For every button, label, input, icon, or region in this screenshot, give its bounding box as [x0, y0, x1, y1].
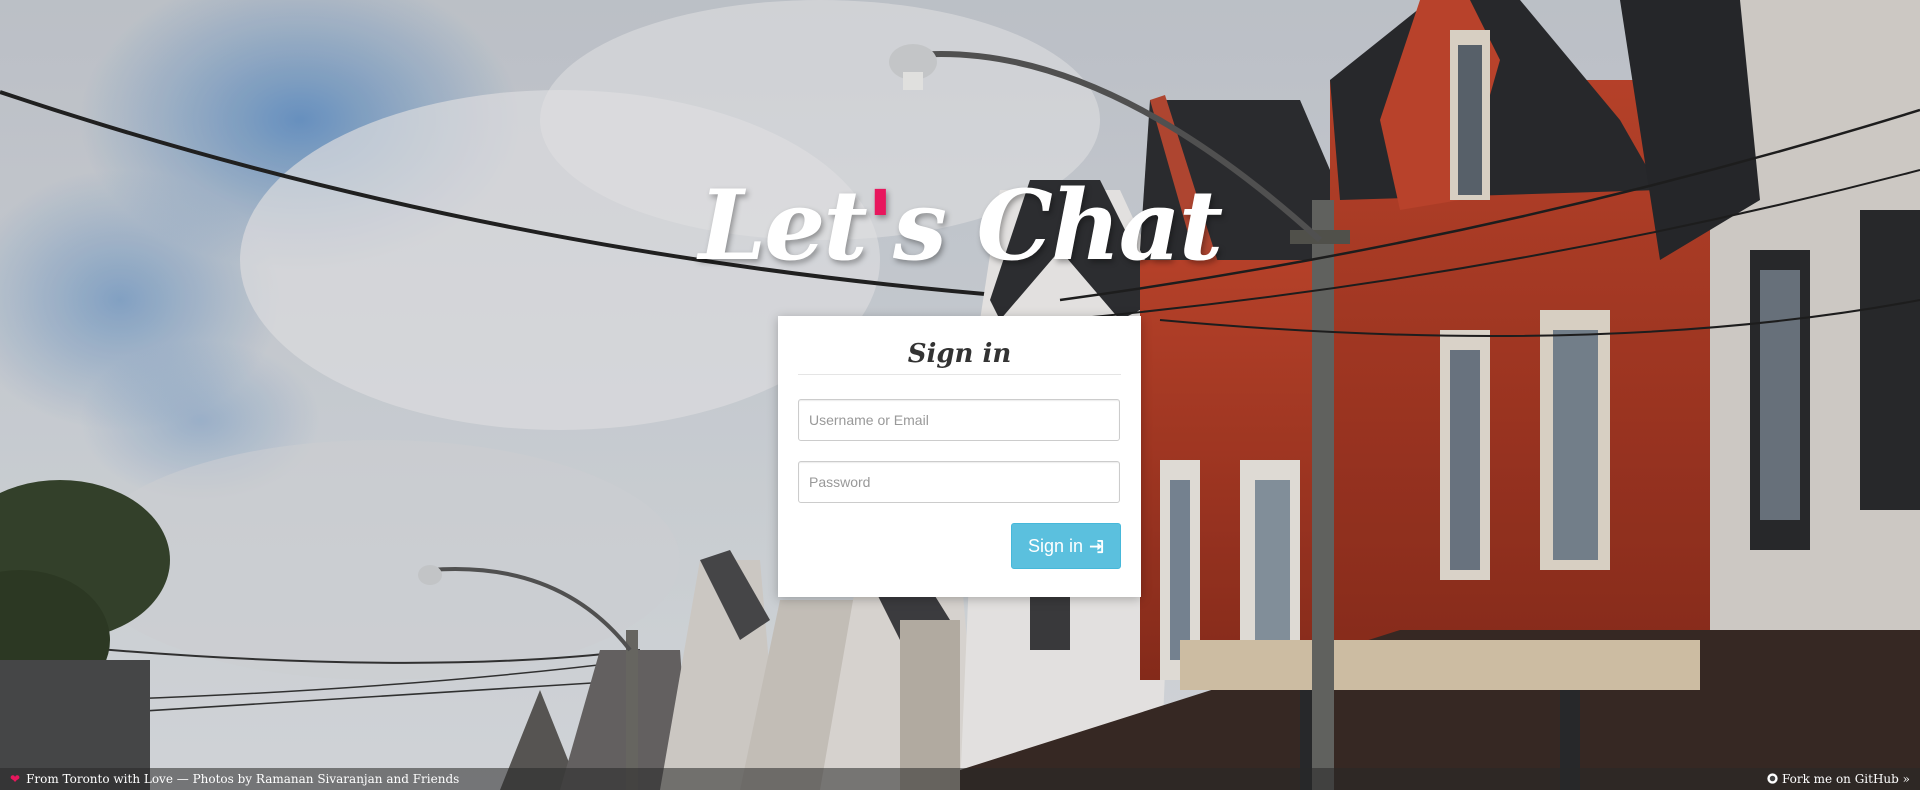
- signin-title: Sign in: [907, 339, 1012, 369]
- footer-bar: ❤ From Toronto with Love — Photos by Rama…: [0, 768, 1920, 790]
- password-input[interactable]: [798, 461, 1120, 503]
- sign-in-icon: [1089, 526, 1104, 570]
- photo-credit: ❤ From Toronto with Love — Photos by Rama…: [10, 768, 459, 790]
- signin-button-label: Sign in: [1027, 536, 1083, 556]
- github-link[interactable]: Fork me on GitHub »: [1767, 768, 1910, 790]
- username-input[interactable]: [798, 399, 1120, 441]
- logo-text-end: s Chat: [893, 169, 1223, 282]
- button-row: Sign in: [798, 523, 1121, 569]
- logo-text-start: Let: [698, 169, 868, 282]
- photo-credit-text: From Toronto with Love — Photos by Raman…: [26, 772, 460, 786]
- heart-icon: ❤: [10, 772, 21, 786]
- github-icon: [1767, 772, 1778, 786]
- signin-button[interactable]: Sign in: [1010, 523, 1121, 570]
- app-logo: Let's Chat: [0, 178, 1920, 274]
- title-divider: [798, 374, 1121, 375]
- logo-apostrophe: ': [865, 169, 895, 282]
- github-link-text: Fork me on GitHub »: [1781, 772, 1910, 786]
- signin-card: Sign in Sign in: [778, 316, 1141, 597]
